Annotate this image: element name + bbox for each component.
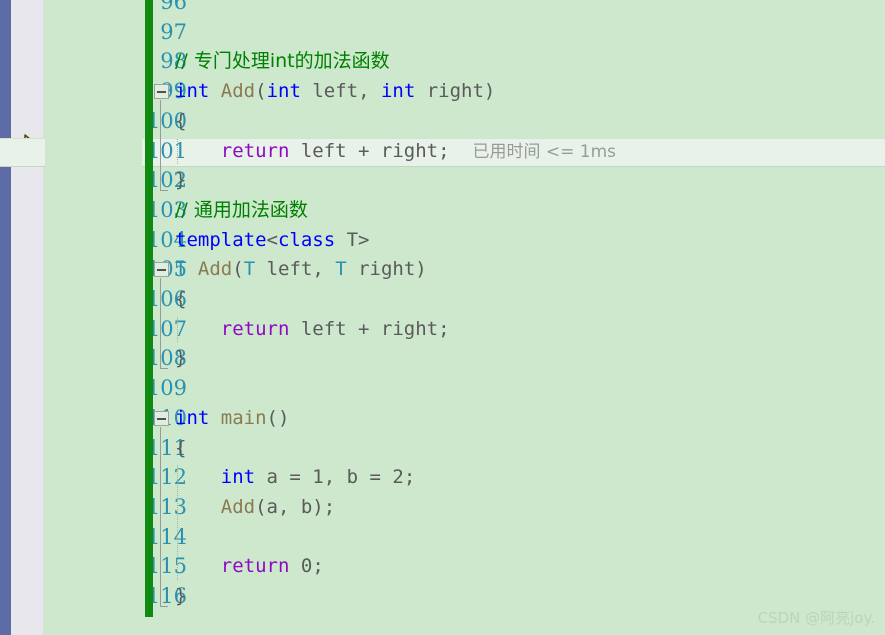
- code-token: {: [175, 436, 187, 459]
- code-token: // 专门处理int的加法函数: [175, 50, 390, 73]
- code-token: (): [266, 406, 290, 429]
- code-line[interactable]: Add(a, b);: [175, 493, 335, 523]
- fold-toggle-icon[interactable]: [154, 84, 169, 100]
- code-token: class: [277, 228, 336, 251]
- watermark-label: CSDN @阿亮joy.: [757, 609, 875, 627]
- code-token: 1: [312, 466, 324, 489]
- code-token: int: [266, 80, 301, 103]
- code-line[interactable]: {: [175, 434, 186, 464]
- code-token: int: [220, 466, 256, 489]
- code-line[interactable]: // 专门处理int的加法函数: [175, 47, 390, 77]
- fold-toggle-icon[interactable]: [154, 410, 169, 426]
- outlining-gutter[interactable]: [153, 0, 175, 635]
- code-token: return: [220, 555, 290, 578]
- code-token: <: [266, 228, 278, 251]
- code-token: (a, b);: [255, 495, 336, 518]
- code-token: int: [175, 406, 210, 429]
- fold-region-line: [160, 278, 161, 369]
- code-token: , b =: [323, 466, 393, 489]
- fold-region-foot: [160, 368, 168, 370]
- code-line[interactable]: template<class T>: [175, 226, 370, 256]
- fold-toggle-icon[interactable]: [154, 262, 169, 278]
- code-line[interactable]: int Add(int left, int right): [175, 77, 495, 107]
- code-token: main: [220, 406, 267, 429]
- code-token: T: [175, 258, 187, 281]
- code-line[interactable]: return left + right; 已用时间 <= 1ms: [175, 137, 616, 167]
- code-token: (: [255, 80, 267, 103]
- code-editor-window: 9697989910010110210310410510610710810911…: [0, 0, 885, 635]
- code-token: ;: [403, 466, 416, 489]
- code-line[interactable]: {: [175, 285, 186, 315]
- code-token: left + right;: [289, 317, 450, 340]
- code-token: return: [220, 317, 290, 340]
- fold-region-foot: [160, 605, 168, 607]
- breakpoint-gutter[interactable]: [11, 0, 44, 635]
- fold-region-line: [160, 100, 161, 190]
- fold-region-line: [160, 426, 161, 606]
- code-line[interactable]: int main(): [175, 404, 289, 434]
- window-edge-strip: [0, 0, 11, 635]
- code-token: right): [346, 258, 427, 281]
- code-token: {: [175, 288, 187, 310]
- code-token: left,: [300, 80, 381, 103]
- code-token: T: [243, 258, 256, 281]
- elapsed-time-hint: 已用时间 <= 1ms: [472, 141, 616, 162]
- code-line[interactable]: }: [175, 582, 186, 612]
- code-token: Add: [220, 80, 256, 103]
- code-token: T: [335, 258, 347, 281]
- code-token: Add: [197, 258, 233, 281]
- code-token: T>: [335, 228, 370, 251]
- code-token: left + right;: [289, 139, 450, 162]
- code-token: // 通用加法函数: [175, 198, 308, 221]
- fold-region-foot: [160, 189, 168, 191]
- code-token: int: [175, 80, 210, 103]
- code-token: right): [415, 80, 496, 103]
- code-token: ;: [312, 555, 324, 578]
- code-line[interactable]: T Add(T left, T right): [175, 255, 427, 285]
- code-line[interactable]: int a = 1, b = 2;: [175, 463, 416, 493]
- code-token: return: [220, 139, 290, 162]
- code-token: }: [175, 169, 187, 192]
- code-token: 2: [392, 466, 404, 489]
- code-token: 0: [300, 555, 313, 578]
- code-token: a =: [255, 466, 313, 489]
- code-token: left,: [255, 258, 336, 281]
- code-token: int: [380, 80, 416, 103]
- code-line[interactable]: }: [175, 344, 186, 374]
- changed-lines-bar: [145, 0, 153, 617]
- code-line[interactable]: }: [175, 166, 186, 196]
- code-line[interactable]: // 通用加法函数: [175, 196, 308, 226]
- code-token: }: [175, 585, 187, 607]
- code-line[interactable]: {: [175, 107, 186, 137]
- hint-spacer: [450, 140, 473, 162]
- code-token: }: [175, 347, 187, 370]
- code-token: {: [175, 109, 187, 132]
- code-token: template: [175, 228, 267, 251]
- code-line[interactable]: return 0;: [175, 552, 324, 582]
- code-token: (: [232, 258, 244, 281]
- code-text-area[interactable]: // 专门处理int的加法函数 int Add(int left, int rig…: [175, 0, 885, 635]
- line-number-gutter: 9697989910010110210310410510610710810911…: [45, 0, 187, 635]
- code-line[interactable]: return left + right;: [175, 315, 450, 345]
- code-token: Add: [220, 495, 256, 518]
